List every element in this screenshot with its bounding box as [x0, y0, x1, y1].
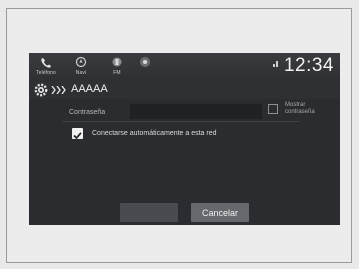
statusbar-fm-label: FM [113, 70, 121, 76]
title-bar: AAAAA [29, 81, 340, 99]
statusbar-phone[interactable]: Teléfono [33, 55, 59, 79]
chevrons-icon [51, 86, 66, 94]
ok-button-disabled[interactable] [120, 203, 178, 222]
navi-icon [75, 56, 87, 68]
show-password-checkbox[interactable] [268, 104, 278, 114]
show-password-label: Mostrar contraseña [285, 102, 315, 115]
clock: 12:34 [283, 55, 334, 76]
statusbar-fm[interactable]: FM [104, 55, 130, 79]
phone-icon [41, 58, 51, 68]
wifi-icon [140, 57, 150, 67]
status-bar: Teléfono Navi FM 12:34 [29, 53, 340, 81]
signal-strength-icon [273, 61, 278, 67]
fm-icon [112, 57, 122, 67]
network-ssid: AAAAA [71, 83, 108, 95]
password-field[interactable] [129, 103, 263, 120]
head-unit-screen: Teléfono Navi FM 12:34 AAAAA Contraseña … [29, 53, 340, 225]
statusbar-wifi[interactable] [132, 55, 158, 79]
password-label: Contraseña [69, 109, 106, 116]
statusbar-phone-label: Teléfono [36, 70, 56, 76]
divider [62, 121, 300, 122]
statusbar-navi-label: Navi [75, 70, 87, 76]
auto-connect-checkbox[interactable] [72, 128, 83, 140]
cancel-button[interactable]: Cancelar [191, 203, 249, 222]
auto-connect-label: Conectarse automáticamente a esta red [92, 130, 217, 137]
checkmark-icon [73, 132, 82, 140]
settings-gear-icon [34, 83, 48, 97]
statusbar-navi[interactable]: Navi [68, 55, 94, 79]
